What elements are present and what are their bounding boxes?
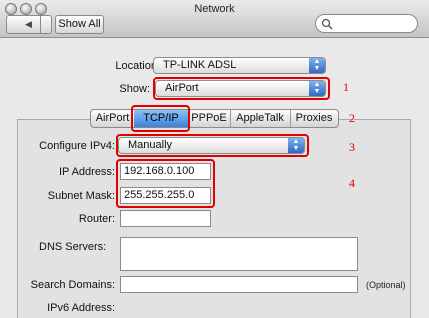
tab-pppoe[interactable]: PPPoE (188, 110, 231, 127)
optional-hint: (Optional) (366, 280, 406, 290)
tab-label: AppleTalk (236, 112, 284, 124)
search-field[interactable] (315, 14, 418, 33)
search-icon (321, 18, 333, 30)
back-arrow-icon: ◀ (25, 19, 32, 29)
router-label: Router: (78, 213, 115, 225)
search-domains-label: Search Domains: (30, 279, 115, 291)
annotation-3: 3 (349, 140, 355, 154)
tab-proxies[interactable]: Proxies (290, 110, 338, 127)
tab-label: PPPoE (191, 112, 227, 124)
highlight-box-2 (131, 105, 190, 132)
highlight-box-3 (116, 134, 309, 157)
subnet-mask-label: Subnet Mask: (47, 190, 115, 202)
tab-airport[interactable]: AirPort (91, 110, 135, 127)
dns-servers-field[interactable] (120, 237, 358, 271)
popup-arrows-icon: ▲ ▼ (309, 58, 325, 73)
tab-label: Proxies (295, 112, 333, 124)
ip-address-label: IP Address: (58, 166, 115, 178)
highlight-box-1 (153, 77, 330, 100)
annotation-2: 2 (349, 111, 355, 125)
location-label: Location: (115, 60, 160, 72)
annotation-1: 1 (343, 80, 349, 94)
annotation-4: 4 (349, 176, 355, 190)
back-button[interactable]: ◀ (18, 16, 41, 33)
show-label: Show: (119, 83, 150, 95)
location-popup[interactable]: TP-LINK ADSL ▲ ▼ (153, 57, 326, 74)
tab-appletalk[interactable]: AppleTalk (230, 110, 291, 127)
tab-bar: AirPort TCP/IP PPPoE AppleTalk Proxies (90, 109, 339, 128)
dns-servers-label: DNS Servers: (39, 241, 107, 253)
location-value: TP-LINK ADSL (163, 59, 237, 71)
window-toolbar: Network ◀▶ Show All (0, 0, 429, 46)
back-forward-control: ◀▶ (6, 15, 52, 46)
router-field[interactable] (120, 210, 211, 227)
highlight-box-4 (116, 159, 215, 208)
show-all-button[interactable]: Show All (55, 15, 104, 34)
tab-label: AirPort (95, 112, 130, 124)
search-domains-field[interactable] (120, 276, 358, 293)
ipv6-address-label: IPv6 Address: (47, 302, 115, 314)
configure-ipv4-label: Configure IPv4: (39, 140, 115, 152)
